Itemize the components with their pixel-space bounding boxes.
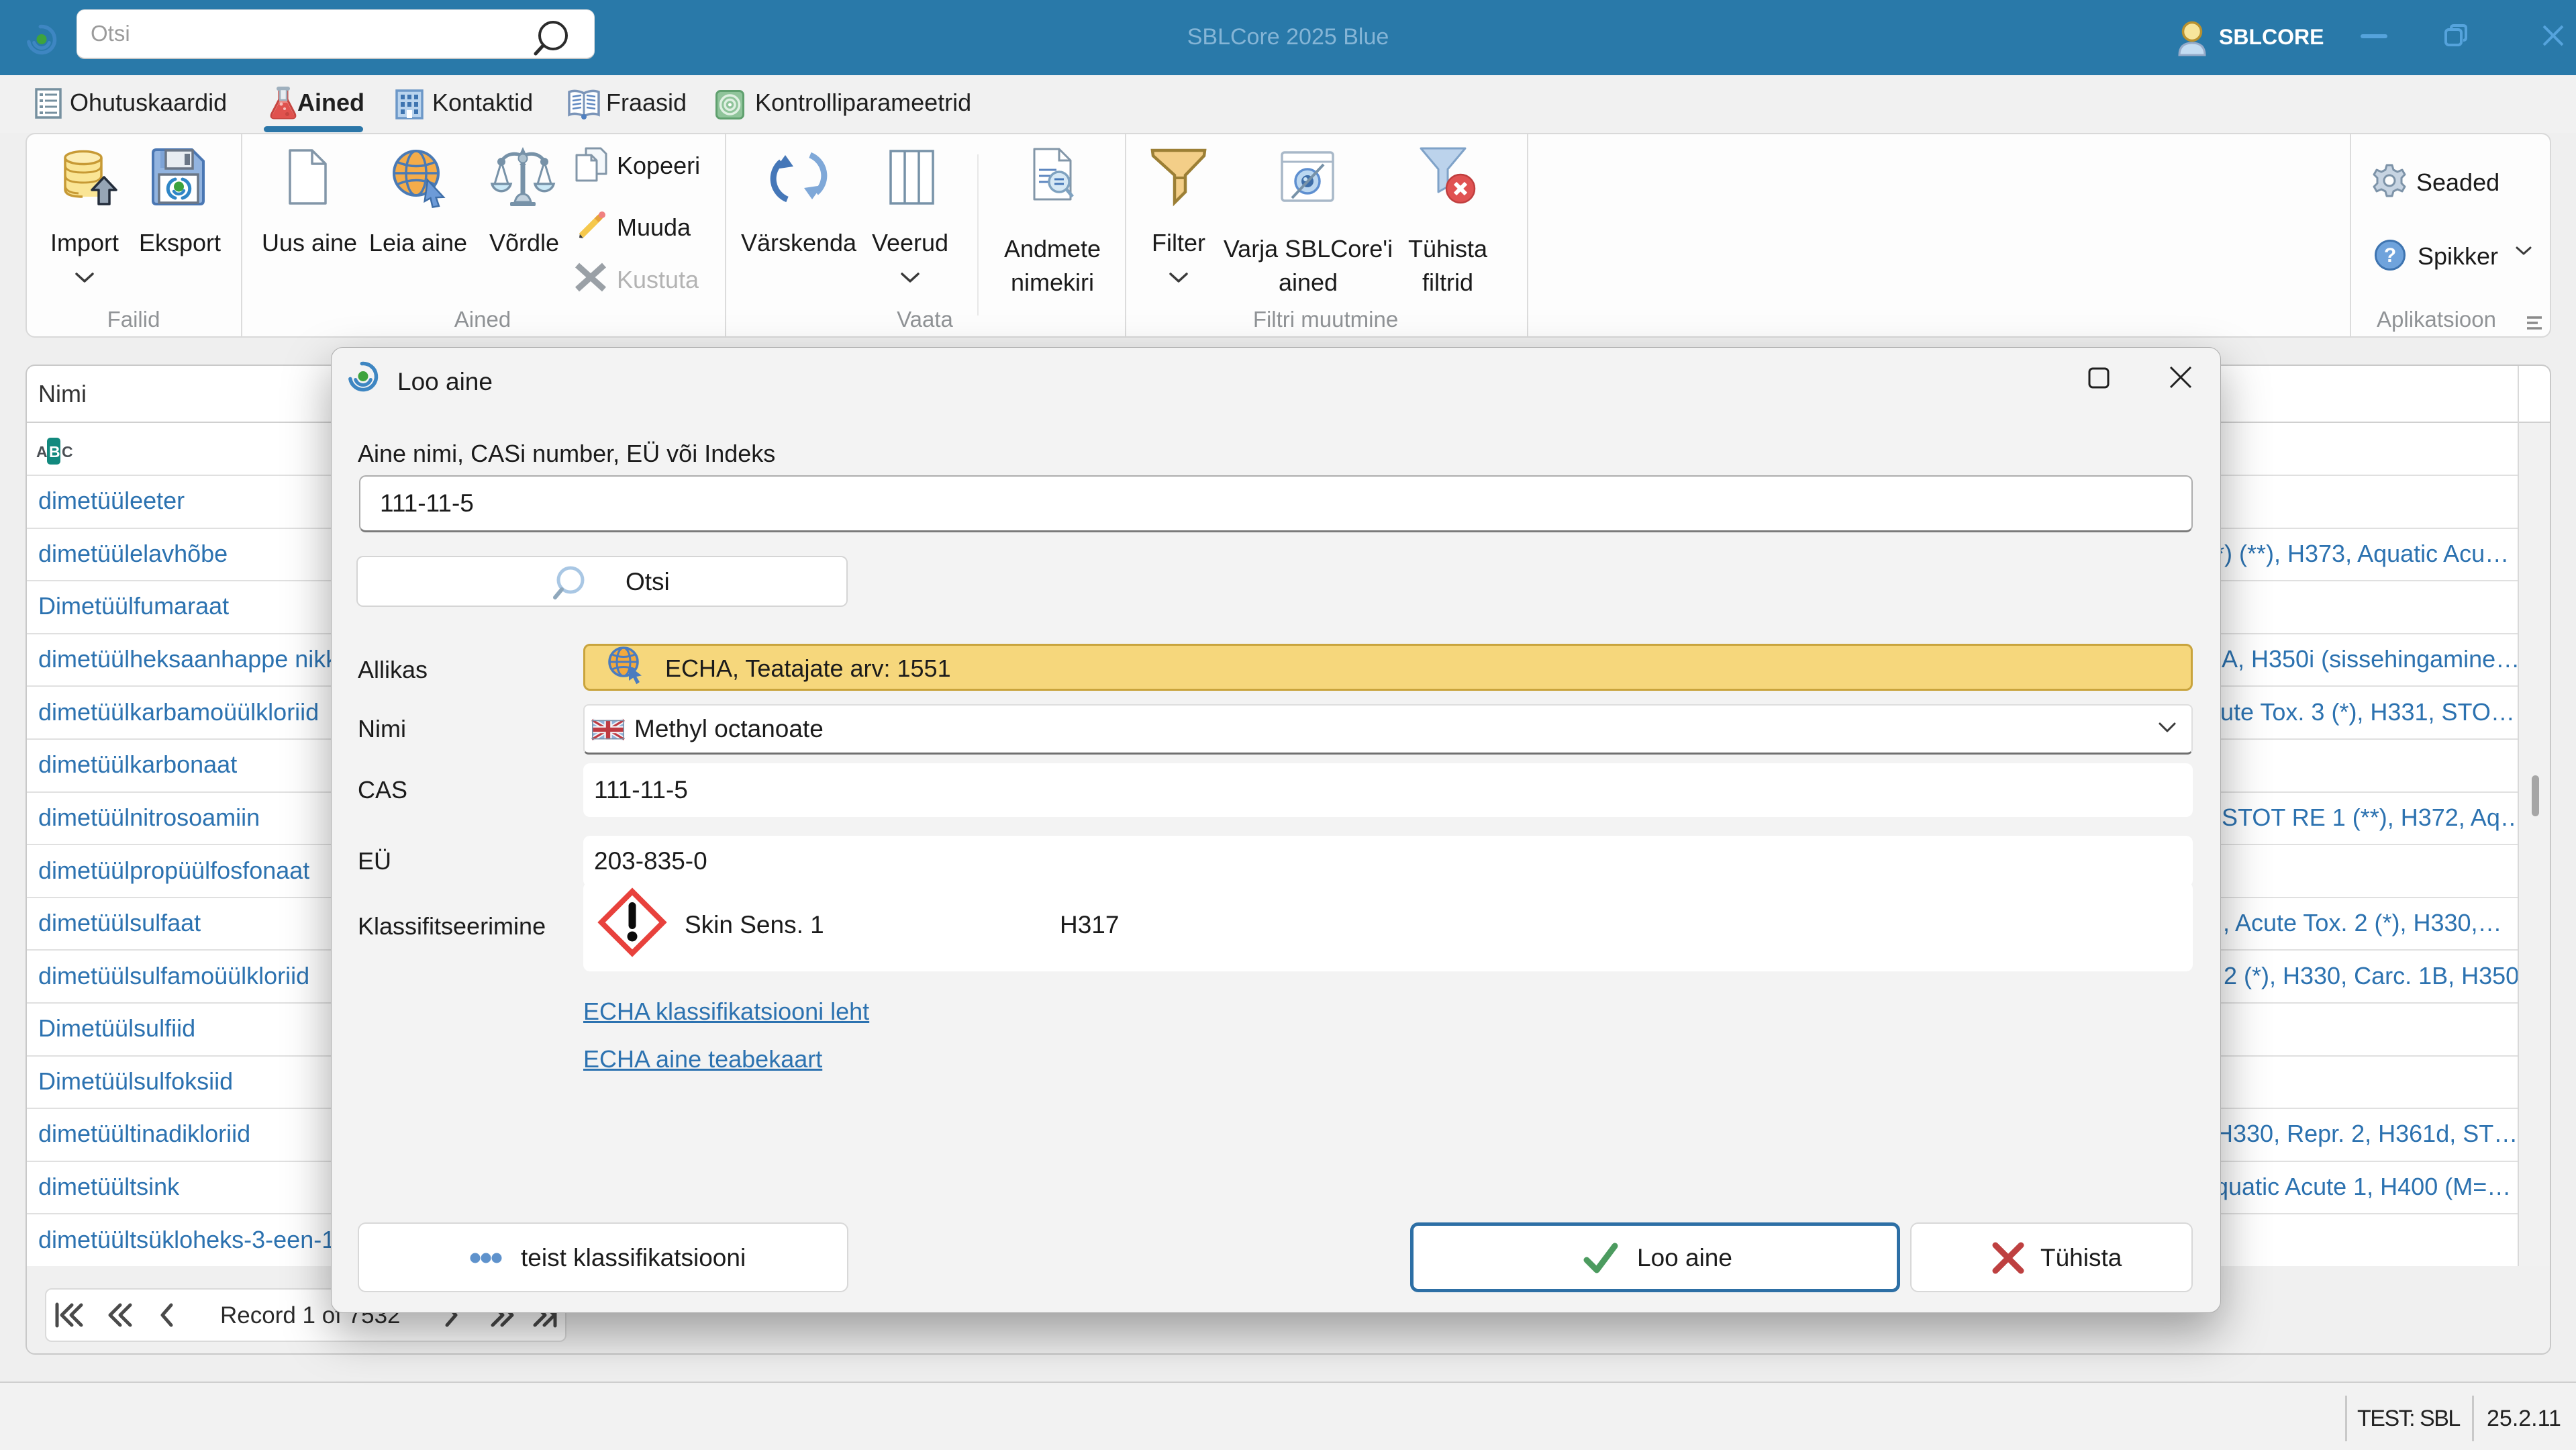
svg-text:A: A [36,443,48,461]
svg-text:C: C [62,443,73,461]
svg-text:B: B [49,443,60,461]
svg-text:?: ? [2384,244,2396,267]
